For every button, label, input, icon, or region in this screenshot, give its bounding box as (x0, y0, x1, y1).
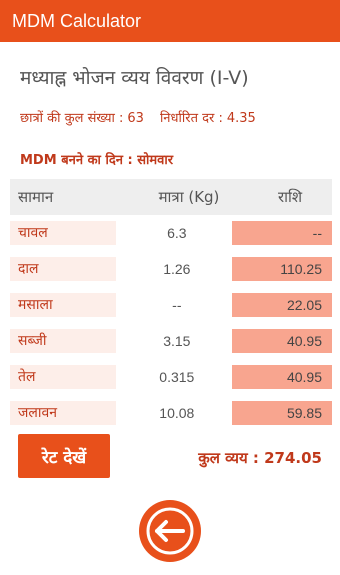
item-qty: 0.315 (159, 369, 195, 385)
day-value: सोमवार (137, 153, 174, 168)
item-name: चावल (10, 221, 116, 245)
table-row: तेल 0.315 40.95 (10, 359, 332, 395)
item-qty: 10.08 (159, 405, 195, 421)
arrow-left-icon (146, 507, 194, 555)
app-title: MDM Calculator (12, 10, 142, 31)
view-rate-button[interactable]: रेट देखें (18, 434, 110, 478)
item-qty: 1.26 (163, 261, 191, 277)
item-amount: 40.95 (232, 365, 332, 389)
total-expense: कुल व्यय : 274.05 (198, 448, 322, 468)
item-qty: 3.15 (163, 333, 191, 349)
table-row: चावल 6.3 -- (10, 215, 332, 251)
rate-label: निर्धारित दर : (159, 111, 223, 126)
header-qty: मात्रा (Kg) (158, 188, 220, 206)
table-row: दाल 1.26 110.25 (10, 251, 332, 287)
back-button[interactable] (139, 500, 201, 562)
app-bar: MDM Calculator (0, 0, 340, 42)
total-value: 274.05 (264, 449, 322, 467)
item-name: सब्जी (10, 329, 116, 353)
table-row: मसाला -- 22.05 (10, 287, 332, 323)
header-item: सामान (18, 188, 54, 206)
item-amount: 59.85 (232, 401, 332, 425)
item-name: मसाला (10, 293, 116, 317)
header-amount: राशि (277, 188, 303, 206)
page-title: मध्याह्न भोजन व्यय विवरण (I-V) (20, 67, 249, 89)
table-row: जलावन 10.08 59.85 (10, 395, 332, 431)
item-amount: 22.05 (232, 293, 332, 317)
item-amount: 110.25 (232, 257, 332, 281)
item-amount: -- (232, 221, 332, 245)
rate-value: 4.35 (226, 111, 256, 126)
day-label: MDM बनने का दिन : (20, 153, 133, 168)
item-qty: -- (172, 297, 182, 313)
expense-table: सामान मात्रा (Kg) राशि चावल 6.3 -- दाल 1… (10, 179, 332, 431)
summary-line: छात्रों की कुल संख्या :63 निर्धारित दर :4… (20, 108, 260, 126)
total-label: कुल व्यय : (198, 449, 259, 467)
item-name: जलावन (10, 401, 116, 425)
item-qty: 6.3 (167, 225, 187, 241)
day-line: MDM बनने का दिन : सोमवार (20, 150, 173, 168)
students-label: छात्रों की कुल संख्या : (20, 111, 124, 126)
item-name: तेल (10, 365, 116, 389)
students-value: 63 (127, 111, 144, 126)
table-header: सामान मात्रा (Kg) राशि (10, 179, 332, 215)
item-name: दाल (10, 257, 116, 281)
item-amount: 40.95 (232, 329, 332, 353)
table-row: सब्जी 3.15 40.95 (10, 323, 332, 359)
